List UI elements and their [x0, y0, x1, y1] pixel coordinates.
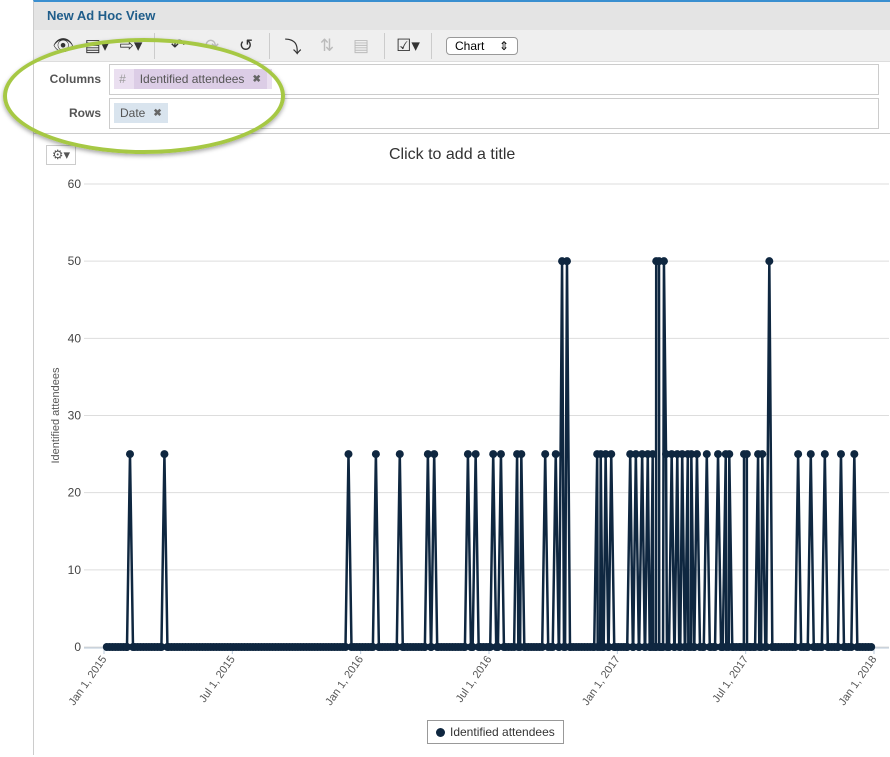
data-point: [659, 257, 668, 266]
data-point: [125, 450, 134, 459]
data-point: [758, 450, 767, 459]
highlight-annotation-ellipse: [3, 38, 285, 154]
chart-legend[interactable]: Identified attendees: [427, 720, 564, 744]
data-point: [463, 450, 472, 459]
data-point: [541, 450, 550, 459]
data-point: [496, 450, 505, 459]
legend-marker: [436, 727, 445, 737]
data-point: [836, 450, 845, 459]
data-point: [344, 450, 353, 459]
data-point: [867, 643, 876, 651]
data-point: [489, 450, 498, 459]
y-tick-label: 60: [68, 177, 82, 191]
data-point: [725, 450, 734, 459]
x-tick-label: Jul 1, 2015: [197, 654, 238, 705]
x-tick-label: Jan 1, 2015: [67, 654, 110, 708]
y-tick-label: 40: [68, 331, 82, 345]
data-point: [742, 450, 751, 459]
y-tick-label: 0: [74, 640, 81, 654]
data-point: [371, 450, 380, 459]
y-tick-label: 20: [68, 486, 82, 500]
data-point: [765, 257, 774, 266]
y-tick-label: 30: [68, 409, 82, 423]
data-point: [714, 450, 723, 459]
data-point: [806, 450, 815, 459]
data-point: [517, 450, 526, 459]
x-tick-label: Jan 1, 2017: [580, 654, 623, 708]
data-point: [692, 450, 701, 459]
legend-label: Identified attendees: [450, 725, 555, 739]
data-point: [471, 450, 480, 459]
x-tick-label: Jul 1, 2017: [710, 654, 751, 705]
y-axis-label: Identified attendees: [50, 367, 62, 464]
y-tick-label: 10: [68, 563, 82, 577]
data-point: [551, 450, 560, 459]
data-point: [430, 450, 439, 459]
x-tick-label: Jan 1, 2016: [323, 654, 366, 708]
data-point: [794, 450, 803, 459]
x-tick-label: Jan 1, 2018: [837, 654, 880, 708]
data-point: [850, 450, 859, 459]
data-point: [160, 450, 169, 459]
data-point: [562, 257, 571, 266]
data-point: [648, 450, 657, 459]
x-tick-label: Jul 1, 2016: [454, 654, 495, 705]
data-point: [820, 450, 829, 459]
data-point: [702, 450, 711, 459]
data-point: [395, 450, 404, 459]
y-tick-label: 50: [68, 254, 82, 268]
data-point: [607, 450, 616, 459]
